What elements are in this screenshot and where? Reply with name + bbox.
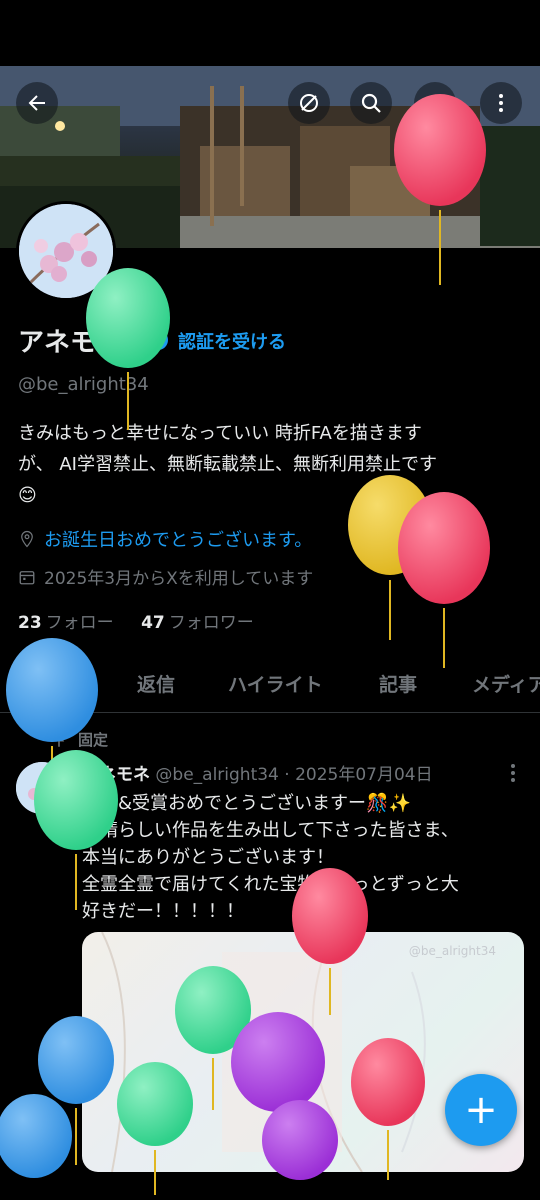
verified-badge-icon [146,328,170,356]
profile-joined: 2025年3月からXを利用しています [18,564,313,589]
post-text-line: 本当にありがとうございます！ [82,847,334,868]
followers-count: 47 [141,613,165,633]
circle-slash-icon [300,94,318,112]
pinned-label: 固定 [78,731,109,749]
profile-handle: @be_alright34 [18,374,149,395]
location-pin-icon [21,530,33,548]
post-header: アネモネ @be_alright34 · 2025年07月04日 [82,760,433,785]
joined-text: 2025年3月からXを利用しています [44,569,314,589]
edit-button[interactable] [414,82,456,124]
search-button[interactable] [350,82,392,124]
pin-icon [53,732,65,747]
get-verified-link[interactable]: 認証を受ける [178,328,286,354]
more-vertical-icon [499,94,503,112]
location-text[interactable]: お誕生日おめでとうございます。 [44,526,312,552]
profile-location: お誕生日おめでとうございます。 [18,526,312,552]
arrow-left-icon [28,95,45,111]
tab-posts[interactable]: ポスト [20,670,77,697]
compose-button[interactable]: + [445,1074,517,1146]
post-more-button[interactable] [504,762,522,788]
tab-media[interactable]: メディア [472,670,540,697]
post-avatar-image [16,762,68,814]
post-avatar[interactable] [16,762,68,814]
grok-button[interactable] [288,82,330,124]
avatar-image [19,204,113,298]
more-vertical-icon [511,764,515,782]
post-text-line: 発売&受賞おめでとうございますー🎊✨ [82,793,411,814]
pencil-icon [425,94,444,113]
post-author-name[interactable]: アネモネ [82,765,150,785]
tab-highlights[interactable]: ハイライト [228,670,323,697]
search-icon [361,93,381,113]
balloon-red [398,492,490,668]
media-watermark: @be_alright34 [408,944,496,958]
profile-tabs: ポスト 返信 ハイライト 記事 メディア [0,660,540,713]
post-author-meta: @be_alright34 · 2025年07月04日 [155,765,433,785]
followers-link[interactable]: 47 フォロワー [141,613,254,633]
calendar-icon [19,570,35,584]
follow-stats: 23 フォロー 47 フォロワー [18,608,254,633]
followers-label: フォロワー [168,613,254,633]
bio-line: が、 AI学習禁止、無断転載禁止、無断利用禁止です [18,454,437,475]
active-tab-indicator [20,708,82,712]
pinned-indicator: 固定 [50,729,108,750]
balloon-blue [0,1094,72,1178]
post-text: 発売&受賞おめでとうございますー🎊✨ 素晴らしい作品を生み出して下さった皆さま、… [82,790,528,925]
profile-avatar[interactable] [16,201,116,301]
more-button[interactable] [480,82,522,124]
post-text-line: 好きだー！！！！！ [82,901,244,922]
tab-replies[interactable]: 返信 [137,670,175,697]
profile-bio: きみはもっと幸せになっていい 時折FAを描きます が、 AI学習禁止、無断転載禁… [18,418,528,511]
post-text-line: 素晴らしい作品を生み出して下さった皆さま、 [82,820,459,841]
tab-articles[interactable]: 記事 [379,670,417,697]
bio-line: きみはもっと幸せになっていい 時折FAを描きます [18,423,422,444]
post-text-line: 全霊全霊で届けてくれた宝物、ずっとずっと大 [82,874,459,895]
following-label: フォロー [45,613,114,633]
profile-name: アネモネ [18,328,123,358]
following-link[interactable]: 23 フォロー [18,613,114,633]
bio-emoji: 😊 [18,485,37,506]
back-button[interactable] [16,82,58,124]
following-count: 23 [18,613,42,633]
